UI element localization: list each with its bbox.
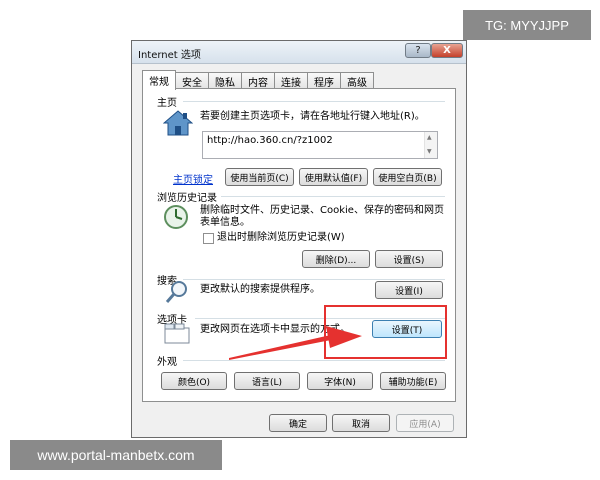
watermark-bottom: www.portal-manbetx.com	[10, 440, 222, 470]
tab-general[interactable]: 常规	[142, 70, 176, 90]
red-arrow-annotation	[229, 326, 362, 360]
